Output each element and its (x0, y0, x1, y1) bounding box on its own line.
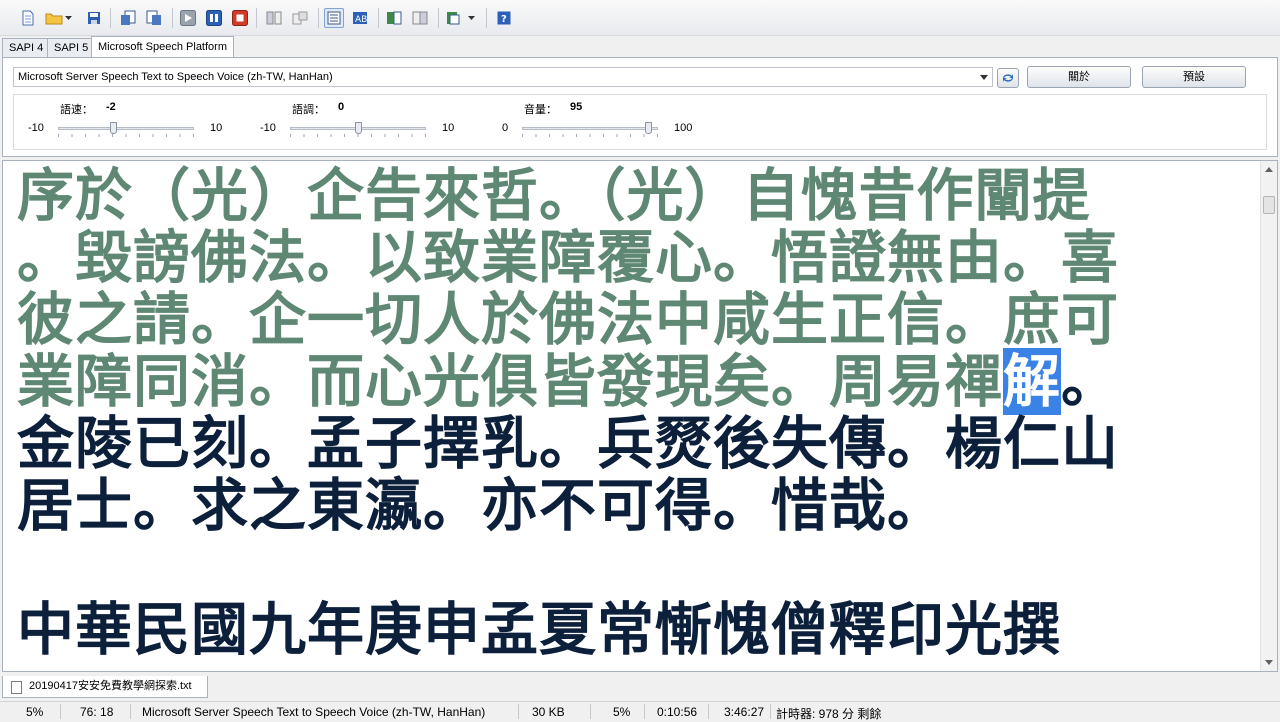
voice-settings-panel: Microsoft Server Speech Text to Speech V… (2, 57, 1278, 157)
convert-a-icon[interactable] (384, 8, 404, 28)
text-view-icon[interactable] (324, 8, 344, 28)
scroll-up-icon[interactable] (1265, 167, 1273, 172)
rate-label: 語速： (60, 104, 93, 116)
document-tabs: 20190417安安免費教學網探索.txt (0, 674, 1280, 700)
status-total: 3:46:27 (724, 705, 765, 719)
status-timer: 計時器: 978 分 剩餘 (776, 707, 882, 721)
stop-icon[interactable] (230, 8, 250, 28)
split-view-b-icon[interactable] (290, 8, 310, 28)
svg-text:?: ? (501, 14, 507, 25)
rate-min: -10 (28, 122, 44, 134)
pitch-slider[interactable] (290, 122, 426, 137)
save-icon[interactable] (84, 8, 104, 28)
rate-slider-thumb[interactable] (109, 122, 117, 134)
text-line (17, 537, 1247, 599)
text-editor[interactable]: 序於（光）企告來哲。（光）自愧昔作闡提 。毀謗佛法。以致業障覆心。悟證無由。喜 彼之… (2, 160, 1278, 672)
rate-slider[interactable] (58, 122, 194, 137)
open-dropdown-icon[interactable] (63, 8, 73, 28)
volume-value: 95 (570, 101, 583, 113)
voice-select-value: Microsoft Server Speech Text to Speech V… (18, 71, 333, 83)
volume-slider-thumb[interactable] (644, 122, 652, 134)
highlight-view-icon[interactable]: AB (350, 8, 370, 28)
text-line: 彼之請。企一切人於佛法中咸生正信。庶可 (17, 289, 1247, 351)
text-line: 居士。求之東瀛。亦不可得。惜哉。 (17, 475, 1247, 537)
text-content[interactable]: 序於（光）企告來哲。（光）自愧昔作闡提 。毀謗佛法。以致業障覆心。悟證無由。喜 彼之… (17, 165, 1247, 665)
volume-max: 100 (674, 122, 693, 134)
text-line: 序於（光）企告來哲。（光）自愧昔作闡提 (17, 165, 1247, 227)
svg-text:AB: AB (355, 15, 367, 25)
split-view-a-icon[interactable] (264, 8, 284, 28)
unread-text: 。 (1061, 348, 1119, 415)
voice-select[interactable]: Microsoft Server Speech Text to Speech V… (13, 67, 993, 87)
status-size: 30 KB (532, 705, 565, 719)
slider-area: 語速： -2 -10 10 語調： 0 -10 10 音量： 95 0 100 (13, 94, 1267, 150)
new-file-icon[interactable] (18, 8, 38, 28)
rate-value: -2 (106, 101, 116, 113)
vertical-scrollbar[interactable] (1260, 161, 1277, 671)
scroll-down-icon[interactable] (1265, 660, 1273, 665)
volume-slider[interactable] (522, 122, 658, 137)
document-filename: 20190417安安免費教學網探索.txt (29, 680, 192, 692)
chevron-down-icon (980, 75, 988, 80)
read-text: 序於（光）企告來哲。（光）自愧昔作闡提 (17, 162, 1091, 229)
read-text: 彼之請。企一切人於佛法中咸生正信。庶可 (17, 286, 1119, 353)
status-position: 76: 18 (80, 705, 114, 719)
tab-microsoft-speech-platform[interactable]: Microsoft Speech Platform (91, 36, 234, 58)
read-text: 。毀謗佛法。以致業障覆心。悟證無由。喜 (17, 224, 1119, 291)
status-voice: Microsoft Server Speech Text to Speech V… (142, 705, 486, 719)
open-folder-icon[interactable] (44, 8, 64, 28)
pitch-max: 10 (442, 122, 455, 134)
status-bar: 5% 76: 18 Microsoft Server Speech Text t… (0, 701, 1280, 721)
help-icon[interactable]: ? (494, 8, 514, 28)
text-line: 中華民國九年庚申孟夏常慚愧僧釋印光撰 (17, 599, 1247, 661)
text-line: 。毀謗佛法。以致業障覆心。悟證無由。喜 (17, 227, 1247, 289)
document-tab[interactable]: 20190417安安免費教學網探索.txt (2, 676, 208, 698)
about-button[interactable]: 關於 (1027, 66, 1131, 88)
scroll-thumb[interactable] (1263, 196, 1275, 214)
play-icon[interactable] (178, 8, 198, 28)
unread-text: 居士。求之東瀛。亦不可得。惜哉。 (17, 472, 945, 539)
refresh-icon (1003, 74, 1013, 82)
tool-dropdown-arrow-icon[interactable] (466, 8, 476, 28)
tab-sapi5[interactable]: SAPI 5 (47, 38, 96, 58)
volume-label: 音量： (524, 104, 557, 116)
text-file-icon (11, 681, 22, 694)
read-text: 業障同消。而心光俱皆發現矣。周易禪 (17, 348, 1003, 415)
rate-max: 10 (210, 122, 223, 134)
engine-tabs: SAPI 4 SAPI 5 Microsoft Speech Platform (0, 36, 1280, 58)
export-doc-icon[interactable] (144, 8, 164, 28)
toolbar: AB ? (0, 0, 1280, 36)
pause-icon[interactable] (204, 8, 224, 28)
pitch-min: -10 (260, 122, 276, 134)
unread-text: 中華民國九年庚申孟夏常慚愧僧釋印光撰 (17, 596, 1061, 663)
pitch-slider-thumb[interactable] (354, 122, 362, 134)
refresh-button[interactable] (997, 68, 1019, 88)
status-elapsed: 0:10:56 (657, 705, 698, 719)
pitch-label: 語調： (292, 104, 325, 116)
status-zoom: 5% (26, 705, 44, 719)
volume-min: 0 (502, 122, 509, 134)
default-button[interactable]: 預設 (1142, 66, 1246, 88)
convert-b-icon[interactable] (410, 8, 430, 28)
dropdown-tool-icon[interactable] (444, 8, 464, 28)
tab-sapi4[interactable]: SAPI 4 (2, 38, 51, 58)
text-line: 業障同消。而心光俱皆發現矣。周易禪解。 (17, 348, 1247, 415)
text-line: 金陵已刻。孟子擇乳。兵燹後失傳。楊仁山 (17, 413, 1247, 475)
pitch-value: 0 (338, 101, 345, 113)
current-word-highlight: 解 (1003, 348, 1061, 415)
import-doc-icon[interactable] (118, 8, 138, 28)
status-progress: 5% (613, 705, 631, 719)
unread-text: 金陵已刻。孟子擇乳。兵燹後失傳。楊仁山 (17, 410, 1119, 477)
